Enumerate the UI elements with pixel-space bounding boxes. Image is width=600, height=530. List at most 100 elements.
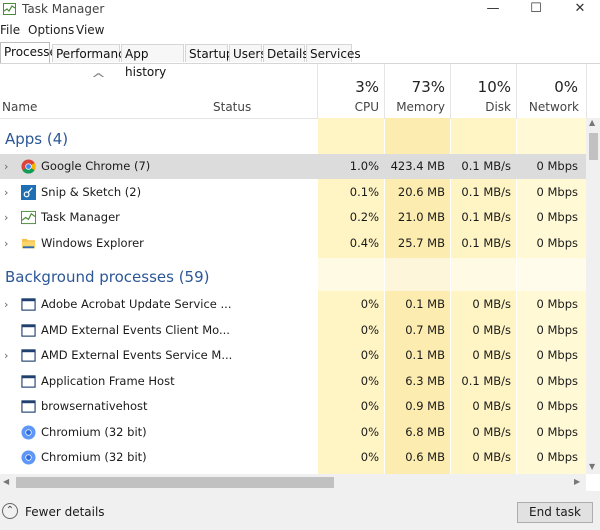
process-name: Chromium (32 bit)	[41, 424, 147, 439]
process-network: 0 Mbps	[536, 297, 579, 311]
cpu-percent: 3%	[355, 78, 379, 96]
process-row[interactable]: AMD External Events Client Mo... 0% 0.7 MB…	[0, 318, 586, 343]
group-apps: Apps (4)	[0, 118, 586, 154]
process-disk: 0 MB/s	[472, 322, 511, 337]
process-name: Snip & Sketch (2)	[41, 184, 142, 199]
maximize-button[interactable]: ☐	[518, 0, 554, 20]
tab-details[interactable]: Details	[263, 44, 309, 62]
process-row[interactable]: › AMD External Events Service M... 0% 0.1 M…	[0, 343, 586, 368]
process-cpu: 0%	[360, 348, 379, 362]
scroll-right-icon[interactable]: ▶	[574, 477, 580, 486]
process-cpu: 0%	[360, 399, 379, 413]
process-memory: 20.6 MB	[397, 184, 445, 199]
process-disk: 0.1 MB/s	[461, 373, 511, 388]
window-icon	[21, 323, 36, 338]
process-network: 0 Mbps	[536, 373, 579, 388]
process-memory: 6.8 MB	[405, 424, 445, 439]
group-title-apps: Apps (4)	[5, 130, 69, 148]
header-name[interactable]: Name	[2, 100, 37, 114]
process-disk: 0.1 MB/s	[461, 159, 511, 173]
collapse-chevron-icon[interactable]: ⌃	[2, 503, 18, 519]
tab-app-history[interactable]: App history	[121, 44, 184, 79]
process-network: 0 Mbps	[536, 450, 579, 464]
process-memory: 423.4 MB	[390, 159, 445, 173]
expand-chevron-icon[interactable]: ›	[4, 292, 14, 317]
folder-icon	[21, 236, 36, 251]
header-network[interactable]: Network	[519, 100, 579, 114]
tab-performance[interactable]: Performance	[52, 44, 132, 62]
process-memory: 0.1 MB	[405, 348, 445, 362]
sort-arrow-icon: ^	[90, 72, 107, 87]
expand-chevron-icon[interactable]: ›	[4, 154, 14, 179]
disk-percent: 10%	[477, 78, 511, 96]
process-disk: 0 MB/s	[472, 450, 511, 464]
horizontal-scroll-thumb[interactable]	[16, 477, 334, 488]
header-disk[interactable]: Disk	[453, 100, 511, 114]
process-cpu: 0.4%	[349, 235, 379, 250]
process-disk: 0.1 MB/s	[461, 210, 511, 224]
menu-view[interactable]: View	[76, 23, 104, 37]
group-title-background: Background processes (59)	[5, 268, 210, 286]
process-cpu: 0%	[360, 322, 379, 337]
process-network: 0 Mbps	[536, 184, 579, 199]
window-title: Task Manager	[22, 2, 105, 16]
scroll-left-icon[interactable]: ◀	[3, 477, 9, 486]
expand-chevron-icon[interactable]: ›	[4, 343, 14, 368]
vertical-scrollbar[interactable]	[586, 118, 600, 474]
process-row[interactable]: › Google Chrome (7) 1.0% 423.4 MB 0.1 MB/s 0 …	[0, 154, 586, 179]
fewer-details-link[interactable]: Fewer details	[25, 505, 105, 519]
process-cpu: 0%	[360, 424, 379, 439]
maximize-icon: ☐	[530, 1, 542, 16]
process-network: 0 Mbps	[536, 159, 579, 173]
process-memory: 0.7 MB	[405, 322, 445, 337]
tab-services[interactable]: Services	[306, 44, 361, 62]
process-name: Windows Explorer	[41, 235, 144, 250]
process-cpu: 0%	[360, 450, 379, 464]
process-row[interactable]: › Windows Explorer 0.4% 25.7 MB 0.1 MB/s 0 Mb…	[0, 231, 586, 256]
menu-options[interactable]: Options	[28, 23, 74, 37]
tab-processes[interactable]: Processes	[0, 42, 63, 63]
expand-chevron-icon[interactable]: ›	[4, 180, 14, 205]
menu-file[interactable]: File	[0, 23, 20, 37]
vertical-scroll-thumb[interactable]	[589, 133, 598, 160]
process-name: AMD External Events Client Mo...	[41, 322, 230, 337]
chromium-icon	[21, 424, 36, 440]
header-memory[interactable]: Memory	[387, 100, 445, 114]
process-network: 0 Mbps	[536, 322, 579, 337]
expand-chevron-icon[interactable]: ›	[4, 205, 14, 230]
scroll-up-icon[interactable]: ▲	[589, 118, 595, 127]
process-disk: 0 MB/s	[472, 424, 511, 439]
process-disk: 0.1 MB/s	[461, 184, 511, 199]
title-bar: Task Manager — ☐ ✕	[0, 0, 600, 20]
tab-users[interactable]: Users	[229, 44, 267, 62]
task-manager-icon	[21, 210, 36, 225]
process-cpu: 1.0%	[349, 159, 379, 173]
process-name: Application Frame Host	[41, 373, 175, 388]
header-cpu[interactable]: CPU	[320, 100, 379, 114]
tab-startup[interactable]: Startup	[185, 44, 234, 62]
process-name: Adobe Acrobat Update Service ...	[41, 297, 232, 311]
process-row[interactable]: Application Frame Host 0% 6.3 MB 0.1 MB/s 0 …	[0, 369, 586, 394]
process-row[interactable]: Chromium (32 bit) 0% 0.6 MB 0 MB/s 0 Mbps	[0, 445, 586, 470]
expand-chevron-icon[interactable]: ›	[4, 231, 14, 256]
process-memory: 21.0 MB	[397, 210, 445, 224]
process-row[interactable]: › Task Manager 0.2% 21.0 MB 0.1 MB/s 0 Mbps	[0, 205, 586, 230]
minimize-icon: —	[486, 1, 500, 16]
header-status[interactable]: Status	[213, 100, 251, 114]
close-button[interactable]: ✕	[562, 0, 598, 20]
process-network: 0 Mbps	[536, 348, 579, 362]
process-row[interactable]: browsernativehost 0% 0.9 MB 0 MB/s 0 Mbps	[0, 394, 586, 419]
scroll-down-icon[interactable]: ▼	[589, 462, 595, 471]
process-cpu: 0%	[360, 297, 379, 311]
window-icon	[21, 374, 36, 389]
process-disk: 0 MB/s	[472, 297, 511, 311]
process-row[interactable]: › Snip & Sketch (2) 0.1% 20.6 MB 0.1 MB/s 0 M…	[0, 180, 586, 205]
minimize-button[interactable]: —	[475, 0, 511, 20]
process-cpu: 0%	[360, 373, 379, 388]
process-row[interactable]: › Adobe Acrobat Update Service ... 0% 0.1 M…	[0, 292, 586, 317]
end-task-button[interactable]: End task	[517, 502, 593, 523]
process-row[interactable]: Chromium (32 bit) 0% 6.8 MB 0 MB/s 0 Mbps	[0, 420, 586, 445]
process-memory: 0.1 MB	[405, 297, 445, 311]
process-name: browsernativehost	[41, 399, 148, 413]
process-network: 0 Mbps	[536, 399, 579, 413]
